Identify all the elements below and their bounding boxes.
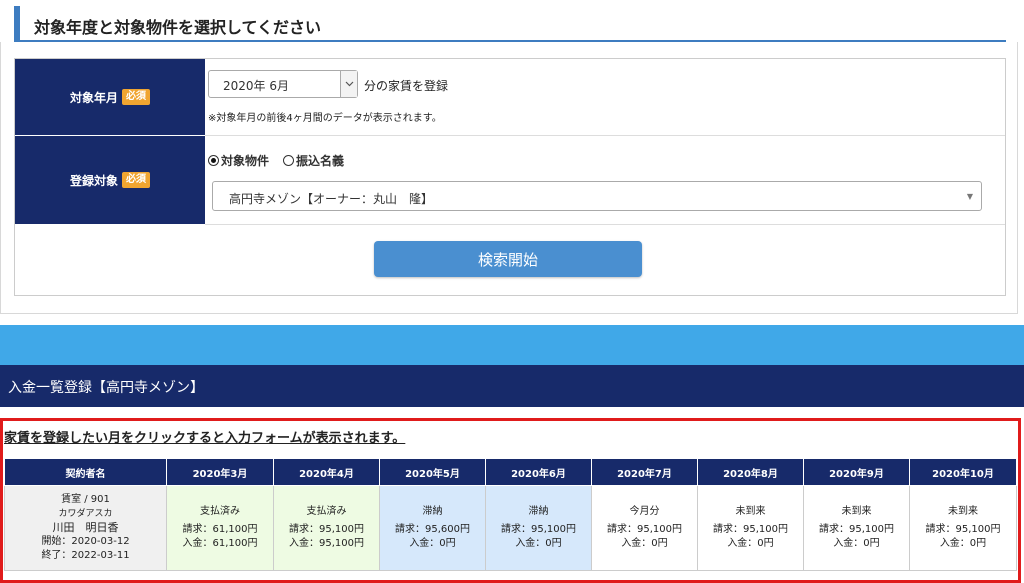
property-select[interactable]: 高円寺メゾン【オーナー：丸山 隆】 ▼ xyxy=(212,181,982,211)
tenant-start: 開始：2020-03-12 xyxy=(41,536,130,547)
month-billed: 請求：95,100円 xyxy=(501,524,576,535)
month-note: ※対象年月の前後4ヶ月間のデータが表示されます。 xyxy=(208,113,442,124)
list-title: 入金一覧登録【高円寺メゾン】 xyxy=(8,380,204,396)
month-suffix: 分の家賃を登録 xyxy=(364,79,449,93)
required-badge: 必須 xyxy=(122,89,150,105)
month-paid: 入金：61,100円 xyxy=(182,538,258,549)
month-status: 未到来 xyxy=(948,506,978,517)
month-cell[interactable]: 滞納 請求：95,600円 入金：0円 xyxy=(379,485,486,571)
list-instruction: 家賃を登録したい月をクリックすると入力フォームが表示されます。 xyxy=(4,431,406,446)
month-paid: 入金：0円 xyxy=(621,538,668,549)
month-billed: 請求：95,100円 xyxy=(819,524,894,535)
col-header-tenant: 契約者名 xyxy=(4,458,167,486)
month-billed: 請求：95,100円 xyxy=(925,524,1001,535)
table-row: 賃室 / 901 カワダアスカ 川田 明日香 開始：2020-03-12 終了：… xyxy=(4,485,1017,571)
month-status: 今月分 xyxy=(629,506,660,517)
property-select-value: 高円寺メゾン【オーナー：丸山 隆】 xyxy=(229,192,434,206)
month-cell[interactable]: 未到来 請求：95,100円 入金：0円 xyxy=(803,485,910,571)
list-header: 入金一覧登録【高円寺メゾン】 xyxy=(0,365,1024,407)
col-header-month: 2020年6月 xyxy=(485,458,592,486)
month-cell[interactable]: 今月分 請求：95,100円 入金：0円 xyxy=(591,485,698,571)
month-billed: 請求：95,100円 xyxy=(607,524,682,535)
month-billed: 請求：95,100円 xyxy=(713,524,788,535)
month-status: 未到来 xyxy=(841,506,872,517)
month-paid: 入金：0円 xyxy=(727,538,774,549)
month-cell[interactable]: 支払済み 請求：61,100円 入金：61,100円 xyxy=(166,485,274,571)
month-status: 支払済み xyxy=(306,506,347,517)
caret-down-icon: ▼ xyxy=(966,192,973,201)
radio-transfer[interactable]: 振込名義 xyxy=(283,152,344,169)
required-badge: 必須 xyxy=(122,172,150,188)
col-header-month: 2020年5月 xyxy=(379,458,486,486)
month-paid: 入金：0円 xyxy=(409,538,456,549)
month-billed: 請求：95,600円 xyxy=(395,524,470,535)
radio-property-label: 対象物件 xyxy=(221,154,270,168)
month-paid: 入金：0円 xyxy=(833,538,880,549)
month-label: 対象年月 xyxy=(69,90,118,105)
row-divider xyxy=(205,135,1005,136)
payment-table: 契約者名 2020年3月 2020年4月 2020年5月 2020年6月 202… xyxy=(4,458,1017,571)
tenant-room: 賃室 / 901 xyxy=(61,494,110,505)
col-header-month: 2020年4月 xyxy=(273,458,380,486)
radio-checked-icon[interactable] xyxy=(208,155,219,166)
month-billed: 請求：61,100円 xyxy=(182,524,258,535)
month-paid: 入金：0円 xyxy=(939,538,987,549)
col-header-month: 2020年3月 xyxy=(166,458,274,486)
col-header-month: 2020年9月 xyxy=(803,458,910,486)
month-billed: 請求：95,100円 xyxy=(289,524,364,535)
col-header-month: 2020年10月 xyxy=(909,458,1017,486)
month-paid: 入金：0円 xyxy=(515,538,562,549)
radio-transfer-label: 振込名義 xyxy=(296,154,345,168)
target-label: 登録対象 xyxy=(69,173,118,188)
month-status: 支払済み xyxy=(200,506,240,517)
month-status: 滞納 xyxy=(422,506,443,517)
search-button[interactable]: 検索開始 xyxy=(374,241,642,277)
accent-band xyxy=(0,325,1024,365)
row-divider xyxy=(205,224,1005,225)
tenant-end: 終了：2022-03-11 xyxy=(41,550,130,561)
month-cell[interactable]: 滞納 請求：95,100円 入金：0円 xyxy=(485,485,592,571)
col-header-month: 2020年8月 xyxy=(697,458,804,486)
target-row-label: 登録対象 必須 xyxy=(15,136,205,224)
month-row-label: 対象年月 必須 xyxy=(15,59,205,135)
section-header: 対象年度と対象物件を選択してください xyxy=(14,6,1006,42)
tenant-name: 川田 明日香 xyxy=(52,521,119,534)
month-select-value: 2020年 6月 xyxy=(223,79,289,93)
radio-unchecked-icon[interactable] xyxy=(283,155,295,166)
col-header-month: 2020年7月 xyxy=(591,458,698,486)
month-cell[interactable]: 未到来 請求：95,100円 入金：0円 xyxy=(909,485,1017,571)
month-paid: 入金：95,100円 xyxy=(289,538,364,549)
tenant-cell: 賃室 / 901 カワダアスカ 川田 明日香 開始：2020-03-12 終了：… xyxy=(4,485,167,571)
chevron-down-icon[interactable] xyxy=(340,71,357,97)
month-cell[interactable]: 未到来 請求：95,100円 入金：0円 xyxy=(697,485,804,571)
tenant-kana: カワダアスカ xyxy=(58,509,113,519)
month-select[interactable]: 2020年 6月 xyxy=(208,70,358,98)
page-title: 対象年度と対象物件を選択してください xyxy=(34,18,322,37)
radio-property[interactable]: 対象物件 xyxy=(208,152,269,169)
table-header-row: 契約者名 2020年3月 2020年4月 2020年5月 2020年6月 202… xyxy=(4,458,1017,486)
month-status: 滞納 xyxy=(528,506,549,517)
target-radio-group: 対象物件 振込名義 xyxy=(208,152,358,169)
month-status: 未到来 xyxy=(735,506,766,517)
month-cell[interactable]: 支払済み 請求：95,100円 入金：95,100円 xyxy=(273,485,380,571)
